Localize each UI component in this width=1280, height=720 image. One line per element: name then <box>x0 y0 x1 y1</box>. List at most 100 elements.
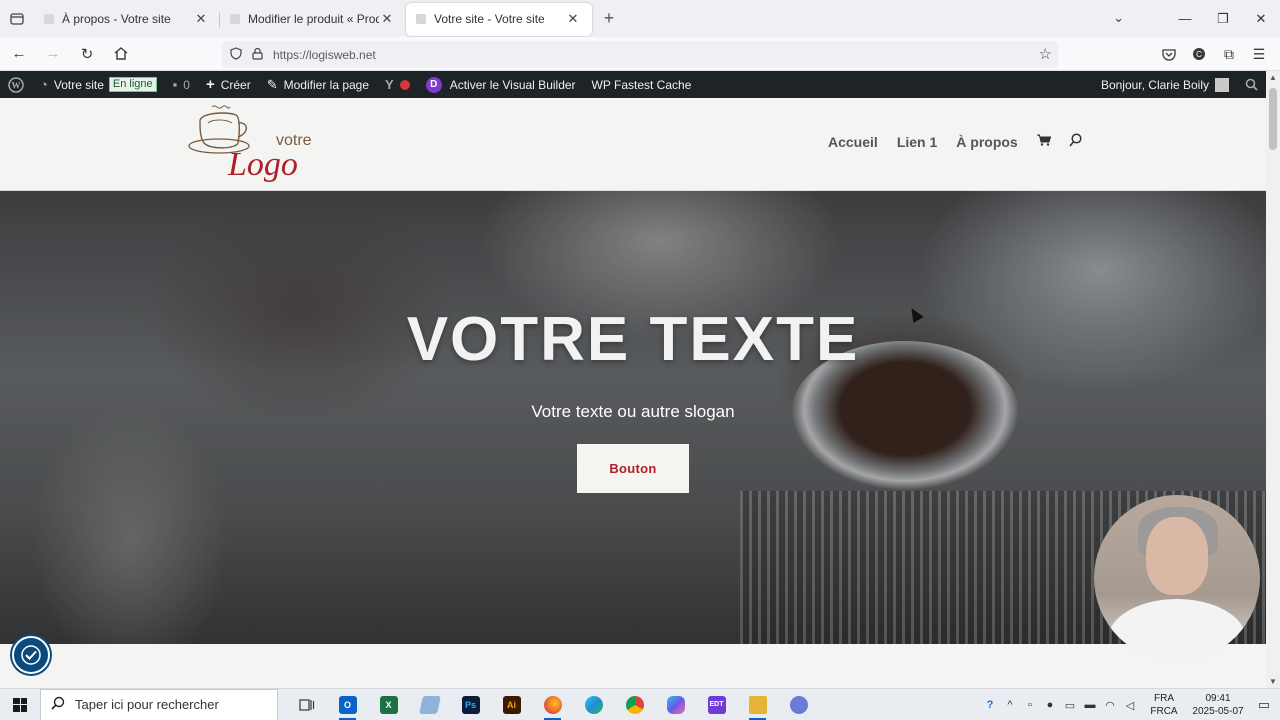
firefox-icon[interactable] <box>532 689 573 720</box>
wp-admin-bar: W ◔ Votre site En ligne ▪ 0 + Créer ✎ Mo… <box>0 71 1266 98</box>
plus-icon: + <box>205 76 215 93</box>
back-icon[interactable]: ← <box>4 39 34 69</box>
task-view-icon[interactable] <box>286 689 327 720</box>
file-explorer-icon[interactable] <box>737 689 778 720</box>
tray-app-icon[interactable]: ▫ <box>1020 699 1040 711</box>
toolbar-right: C ⧉ ☰ <box>1154 42 1274 66</box>
outlook-icon[interactable]: O <box>327 689 368 720</box>
notifications-icon[interactable]: ▭ <box>1248 697 1280 713</box>
menu-item-accueil[interactable]: Accueil <box>828 134 878 150</box>
app-glyph <box>748 695 767 714</box>
menu-item-a-propos[interactable]: À propos <box>956 134 1017 150</box>
visual-builder-item[interactable]: D Activer le Visual Builder <box>418 71 584 98</box>
reload-icon[interactable]: ↻ <box>72 39 102 69</box>
network-icon[interactable]: ▭ <box>1060 699 1080 712</box>
app-glyph: X <box>379 695 398 714</box>
close-tab-icon[interactable]: ✕ <box>193 11 209 27</box>
comments-item[interactable]: ▪ 0 <box>165 71 198 98</box>
scroll-down-icon[interactable]: ▼ <box>1266 677 1280 686</box>
forward-icon[interactable]: → <box>38 39 68 69</box>
close-window-icon[interactable]: ✕ <box>1242 11 1280 27</box>
fastest-cache-item[interactable]: WP Fastest Cache <box>584 71 700 98</box>
tracking-shield-icon[interactable] <box>230 46 242 63</box>
browser-tab-2[interactable]: Modifier le produit « Produit ex ✕ <box>219 3 406 36</box>
clock[interactable]: 09:41 2025-05-07 <box>1188 692 1248 718</box>
page-scrollbar[interactable]: ▲ ▼ <box>1266 71 1280 688</box>
hero-content: VOTRE TEXTE Votre texte ou autre slogan … <box>0 191 1266 644</box>
cart-icon[interactable] <box>1036 134 1051 149</box>
app-glyph <box>666 695 685 714</box>
scrollbar-thumb[interactable] <box>1269 88 1277 150</box>
notes-icon[interactable] <box>409 689 450 720</box>
edt-icon[interactable]: EDT <box>696 689 737 720</box>
browser-tab-1[interactable]: À propos - Votre site ✕ <box>34 3 220 36</box>
page-section-below-hero <box>0 644 1266 688</box>
pencil-icon: ✎ <box>266 76 278 92</box>
volume-icon[interactable]: ◁ <box>1120 699 1140 712</box>
extensions-icon[interactable]: ⧉ <box>1214 42 1244 66</box>
yoast-item[interactable]: Y <box>377 71 418 98</box>
tab-title: Modifier le produit « Produit ex <box>248 12 379 26</box>
clock-date: 2025-05-07 <box>1192 706 1244 717</box>
edge-icon[interactable] <box>573 689 614 720</box>
settings-app-icon[interactable] <box>778 689 819 720</box>
accessibility-icon[interactable] <box>12 636 50 674</box>
site-logo[interactable]: votre Logo <box>186 103 326 185</box>
edit-page-label: Modifier la page <box>283 77 370 92</box>
illustrator-icon[interactable]: Ai <box>491 689 532 720</box>
windows-start-icon[interactable] <box>0 689 40 720</box>
taskbar-search-input[interactable]: Taper ici pour rechercher <box>40 688 278 720</box>
main-navigation: Accueil Lien 1 À propos <box>828 133 1082 150</box>
wifi-icon[interactable]: ◠ <box>1100 699 1120 712</box>
create-item[interactable]: + Créer <box>198 71 259 98</box>
logo-word-2: Logo <box>227 146 298 183</box>
admin-search-icon[interactable] <box>1237 71 1266 98</box>
chrome-icon[interactable] <box>614 689 655 720</box>
system-tray: ? ^ ▫ ● ▭ ▬ ◠ ◁ FRA FRCA 09:41 2025-05-0… <box>980 689 1280 720</box>
maximize-icon[interactable]: ❐ <box>1204 11 1242 27</box>
list-all-tabs-icon[interactable]: ⌄ <box>1113 10 1124 26</box>
hamburger-menu-icon[interactable]: ☰ <box>1244 42 1274 66</box>
search-icon <box>51 696 65 713</box>
excel-icon[interactable]: X <box>368 689 409 720</box>
address-bar[interactable]: https://logisweb.net ☆ <box>222 41 1058 68</box>
app-glyph: Ps <box>461 695 480 714</box>
bookmark-star-icon[interactable]: ☆ <box>1039 45 1052 63</box>
search-icon[interactable] <box>1069 133 1082 150</box>
copilot-icon[interactable] <box>655 689 696 720</box>
wordpress-logo-icon[interactable]: W <box>0 71 32 98</box>
minimize-icon[interactable]: — <box>1166 11 1204 26</box>
home-icon[interactable] <box>106 39 136 69</box>
new-tab-icon[interactable]: + <box>592 2 626 35</box>
greeting-label: Bonjour, Clarie Boily <box>1100 77 1209 92</box>
admin-bar-site-name[interactable]: ◔ Votre site En ligne <box>32 71 165 98</box>
account-icon[interactable]: C <box>1184 42 1214 66</box>
tab-title: À propos - Votre site <box>62 12 171 26</box>
language-indicator[interactable]: FRA FRCA <box>1146 692 1182 718</box>
hero-button[interactable]: Bouton <box>577 444 689 493</box>
photoshop-icon[interactable]: Ps <box>450 689 491 720</box>
divi-icon: D <box>425 76 442 93</box>
my-account-item[interactable]: Bonjour, Clarie Boily <box>1093 71 1237 98</box>
app-glyph <box>625 695 644 714</box>
webcam-person <box>1146 517 1208 595</box>
tab-title: Votre site - Votre site <box>434 12 545 26</box>
pocket-icon[interactable] <box>1154 42 1184 66</box>
microphone-icon[interactable]: ● <box>1040 699 1060 711</box>
tab-overview-icon[interactable] <box>0 0 34 37</box>
windows-taskbar: Taper ici pour rechercher O X Ps Ai EDT … <box>0 688 1280 720</box>
svg-text:C: C <box>1196 50 1202 59</box>
url-text[interactable]: https://logisweb.net <box>273 48 376 62</box>
chevron-up-icon[interactable]: ^ <box>1000 699 1020 711</box>
app-glyph <box>543 695 562 714</box>
browser-tab-3[interactable]: Votre site - Votre site ✕ <box>406 2 592 36</box>
menu-item-lien-1[interactable]: Lien 1 <box>897 134 937 150</box>
scroll-up-icon[interactable]: ▲ <box>1266 73 1280 82</box>
edit-page-item[interactable]: ✎ Modifier la page <box>259 71 377 98</box>
close-tab-icon[interactable]: ✕ <box>379 11 395 27</box>
close-tab-icon[interactable]: ✕ <box>565 11 581 27</box>
lock-icon[interactable] <box>252 47 263 63</box>
help-icon[interactable]: ? <box>980 699 1000 711</box>
battery-icon[interactable]: ▬ <box>1080 699 1100 711</box>
taskbar-search-placeholder: Taper ici pour rechercher <box>75 697 219 712</box>
